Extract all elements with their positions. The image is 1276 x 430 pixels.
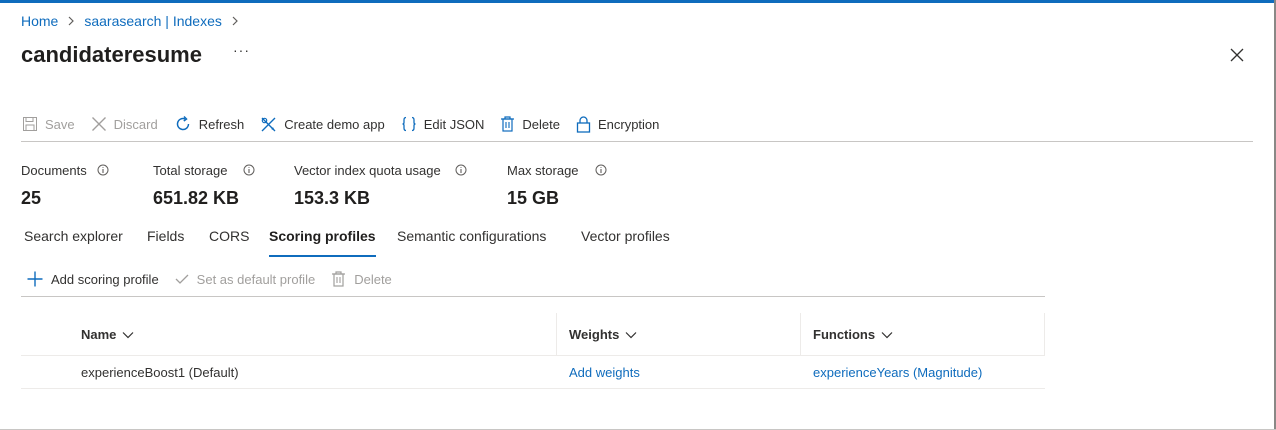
close-icon[interactable] xyxy=(1229,47,1245,63)
chevron-down-icon xyxy=(122,331,134,338)
refresh-label: Refresh xyxy=(198,116,245,132)
refresh-icon xyxy=(176,115,189,131)
refresh-button[interactable]: Refresh xyxy=(174,115,245,133)
edit-json-button[interactable]: Edit JSON xyxy=(401,116,485,132)
index-stats: Documents 25 Total storage 651.82 KB Vec… xyxy=(21,160,627,209)
stat-label: Total storage xyxy=(153,162,228,178)
trash-icon xyxy=(332,271,346,287)
add-weights-link[interactable]: Add weights xyxy=(569,356,640,389)
stat-value: 651.82 KB xyxy=(153,188,240,208)
stat-value: 153.3 KB xyxy=(294,188,371,208)
breadcrumb: Home saarasearch | Indexes xyxy=(21,13,248,29)
discard-button[interactable]: Discard xyxy=(91,116,158,132)
demo-app-icon xyxy=(261,117,276,131)
save-icon xyxy=(23,117,37,131)
info-icon[interactable] xyxy=(595,164,607,176)
save-label: Save xyxy=(45,116,75,132)
chevron-right-icon xyxy=(231,16,239,26)
set-default-profile-button[interactable]: Set as default profile xyxy=(175,271,316,287)
lock-icon xyxy=(576,115,591,133)
toolbar-divider xyxy=(21,141,1253,142)
create-demo-app-label: Create demo app xyxy=(284,116,385,132)
tab-fields[interactable]: Fields xyxy=(147,228,184,244)
delete-profile-button[interactable]: Delete xyxy=(331,271,392,287)
delete-button[interactable]: Delete xyxy=(500,116,560,132)
discard-label: Discard xyxy=(113,116,158,132)
tab-scoring-profiles[interactable]: Scoring profiles xyxy=(269,228,376,257)
column-header-label: Weights xyxy=(569,327,620,342)
encryption-button[interactable]: Encryption xyxy=(576,115,660,133)
column-divider xyxy=(556,313,557,356)
subtoolbar-divider xyxy=(21,296,1045,297)
encryption-label: Encryption xyxy=(597,116,660,132)
table-row[interactable]: experienceBoost1 (Default) Add weights e… xyxy=(21,356,1045,389)
tab-search-explorer[interactable]: Search explorer xyxy=(24,228,123,244)
breadcrumb-service[interactable]: saarasearch | Indexes xyxy=(84,13,222,29)
stat-label: Max storage xyxy=(507,162,579,178)
save-button[interactable]: Save xyxy=(22,116,75,132)
info-icon[interactable] xyxy=(243,164,255,176)
stat-value: 15 GB xyxy=(507,188,560,208)
top-accent-bar xyxy=(0,0,1276,3)
tab-vector-profiles[interactable]: Vector profiles xyxy=(581,228,670,244)
tab-semantic-configurations[interactable]: Semantic configurations xyxy=(397,228,546,244)
breadcrumb-home[interactable]: Home xyxy=(21,13,58,29)
set-default-profile-label: Set as default profile xyxy=(196,271,316,287)
column-header-label: Functions xyxy=(813,327,876,342)
more-options-button[interactable]: ··· xyxy=(233,42,250,58)
scoring-profiles-table: Name Weights Functions experienceBoost1 … xyxy=(21,313,1045,389)
stat-value: 25 xyxy=(21,188,42,208)
edit-json-label: Edit JSON xyxy=(423,116,485,132)
stat-max-storage: Max storage 15 GB xyxy=(507,160,627,209)
function-link[interactable]: experienceYears (Magnitude) xyxy=(813,356,982,389)
command-bar: Save Discard Refresh Create demo app Edi… xyxy=(22,112,675,136)
info-icon[interactable] xyxy=(97,164,109,176)
tab-cors[interactable]: CORS xyxy=(209,228,249,244)
delete-profile-label: Delete xyxy=(354,271,392,287)
stat-label: Documents xyxy=(21,162,87,178)
column-header-functions[interactable]: Functions xyxy=(813,313,893,356)
add-scoring-profile-button[interactable]: Add scoring profile xyxy=(27,271,159,287)
stat-total-storage: Total storage 651.82 KB xyxy=(153,160,294,209)
column-header-weights[interactable]: Weights xyxy=(569,313,637,356)
delete-label: Delete xyxy=(522,116,560,132)
chevron-right-icon xyxy=(67,16,75,26)
scoring-command-bar: Add scoring profile Set as default profi… xyxy=(27,268,408,290)
chevron-down-icon xyxy=(625,331,637,338)
info-icon[interactable] xyxy=(455,164,467,176)
column-divider xyxy=(800,313,801,356)
stat-documents: Documents 25 xyxy=(21,160,153,209)
stat-label: Vector index quota usage xyxy=(294,162,441,178)
cell-name: experienceBoost1 (Default) xyxy=(81,365,239,380)
plus-icon xyxy=(27,271,43,287)
column-header-label: Name xyxy=(81,327,117,342)
discard-icon xyxy=(91,117,106,131)
column-header-name[interactable]: Name xyxy=(81,313,134,356)
create-demo-app-button[interactable]: Create demo app xyxy=(260,116,385,133)
stat-vector-quota: Vector index quota usage 153.3 KB xyxy=(294,160,507,209)
page-title: candidateresume xyxy=(21,42,202,67)
trash-icon xyxy=(501,116,515,132)
column-divider xyxy=(1044,313,1045,356)
add-scoring-profile-label: Add scoring profile xyxy=(51,271,159,287)
checkmark-icon xyxy=(175,274,189,284)
braces-icon xyxy=(402,116,416,132)
table-header: Name Weights Functions xyxy=(21,313,1045,356)
chevron-down-icon xyxy=(881,331,893,338)
